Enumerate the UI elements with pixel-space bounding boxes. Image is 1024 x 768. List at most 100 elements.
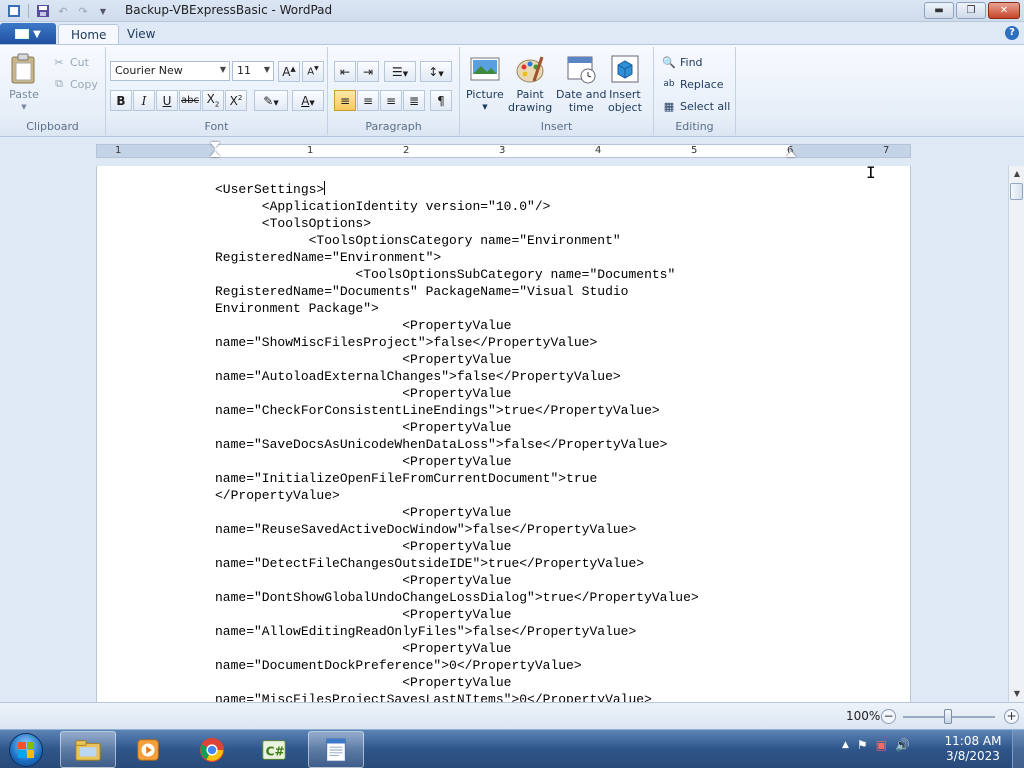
document-line[interactable]: <ApplicationIdentity version="10.0"/> (215, 198, 815, 215)
document-line[interactable]: </PropertyValue> (215, 487, 815, 504)
zoom-out-button[interactable]: − (881, 709, 896, 724)
find-button[interactable]: 🔍 Find (662, 55, 702, 69)
document-line[interactable]: RegisteredName="Environment"> (215, 249, 815, 266)
document-line[interactable]: <PropertyValue (215, 538, 815, 555)
document-line[interactable]: <PropertyValue (215, 317, 815, 334)
document-line[interactable]: <ToolsOptions> (215, 215, 815, 232)
ruler[interactable]: 1 1 2 3 4 5 6 7 (96, 142, 911, 158)
document-page[interactable]: <UserSettings> <ApplicationIdentity vers… (96, 166, 911, 702)
tab-home[interactable]: Home (58, 24, 120, 45)
save-icon[interactable] (35, 3, 51, 19)
maximize-button[interactable]: ❐ (956, 2, 986, 19)
taskbar-chrome[interactable] (184, 731, 240, 768)
right-indent-marker[interactable] (786, 151, 796, 157)
document-line[interactable]: <ToolsOptionsCategory name="Environment" (215, 232, 815, 249)
document-line[interactable]: name="AutoloadExternalChanges">false</Pr… (215, 368, 815, 385)
hanging-indent-marker[interactable] (210, 151, 220, 157)
strikethrough-button[interactable]: abc (179, 90, 201, 111)
font-size-combo[interactable]: 11 ▼ (232, 61, 274, 81)
document-line[interactable]: name="DetectFileChangesOutsideIDE">true<… (215, 555, 815, 572)
left-indent-marker[interactable] (210, 142, 220, 148)
shrink-font-button[interactable]: A▼ (302, 61, 324, 82)
align-left-button[interactable]: ≡ (334, 90, 356, 111)
close-button[interactable]: ✕ (988, 2, 1020, 19)
paint-drawing-button[interactable]: Paint drawing (508, 53, 552, 114)
subscript-button[interactable]: X2 (202, 90, 224, 111)
date-and-time-button[interactable]: Date and time (556, 53, 606, 114)
app-icon[interactable] (6, 3, 22, 19)
line-spacing-button[interactable]: ↕▼ (420, 61, 452, 82)
minimize-button[interactable]: ▬ (924, 2, 954, 19)
scroll-up-icon[interactable]: ▲ (1009, 166, 1024, 182)
align-center-button[interactable]: ≡ (357, 90, 379, 111)
italic-button[interactable]: I (133, 90, 155, 111)
bold-button[interactable]: B (110, 90, 132, 111)
document-line[interactable]: name="MiscFilesProjectSavesLastNItems">0… (215, 691, 815, 702)
font-family-combo[interactable]: Courier New ▼ (110, 61, 230, 81)
font-color-button[interactable]: A▼ (292, 90, 324, 111)
paragraph-group-label: Paragraph (365, 120, 422, 133)
document-line[interactable]: <PropertyValue (215, 453, 815, 470)
zoom-slider-thumb[interactable] (944, 709, 952, 724)
paragraph-button[interactable]: ¶ (430, 90, 452, 111)
underline-button[interactable]: U (156, 90, 178, 111)
document-line[interactable]: <PropertyValue (215, 606, 815, 623)
customize-qat-icon[interactable]: ▼ (95, 3, 111, 19)
system-clock[interactable]: 11:08 AM 3/8/2023 (940, 734, 1006, 764)
action-center-icon[interactable]: ⚑ (857, 738, 868, 752)
highlight-color-button[interactable]: ✎▼ (254, 90, 288, 111)
picture-button[interactable]: Picture ▼ (466, 53, 504, 114)
document-line[interactable]: name="AllowEditingReadOnlyFiles">false</… (215, 623, 815, 640)
superscript-button[interactable]: X2 (225, 90, 247, 111)
taskbar-media-player[interactable] (121, 731, 177, 768)
paste-button[interactable]: Paste ▼ (8, 53, 40, 114)
document-line[interactable]: <UserSettings> (215, 181, 815, 198)
document-line[interactable]: <PropertyValue (215, 572, 815, 589)
document-line[interactable]: name="SaveDocsAsUnicodeWhenDataLoss">fal… (215, 436, 815, 453)
tab-view[interactable]: View (115, 24, 167, 45)
document-line[interactable]: name="InitializeOpenFileFromCurrentDocum… (215, 470, 815, 487)
cut-button[interactable]: ✂ Cut (52, 55, 89, 69)
show-hidden-icons-icon[interactable]: ▲ (842, 740, 849, 750)
document-line[interactable]: RegisteredName="Documents" PackageName="… (215, 283, 815, 300)
document-line[interactable]: <PropertyValue (215, 385, 815, 402)
document-line[interactable]: <PropertyValue (215, 504, 815, 521)
document-line[interactable]: <PropertyValue (215, 351, 815, 368)
application-menu-button[interactable]: ▼ (0, 23, 56, 45)
document-line[interactable]: name="DocumentDockPreference">0</Propert… (215, 657, 815, 674)
document-line[interactable]: Environment Package"> (215, 300, 815, 317)
justify-button[interactable]: ≣ (403, 90, 425, 111)
scrollbar-thumb[interactable] (1010, 183, 1023, 200)
show-desktop-button[interactable] (1012, 730, 1024, 768)
document-line[interactable]: name="ShowMiscFilesProject">false</Prope… (215, 334, 815, 351)
document-line[interactable]: name="DontShowGlobalUndoChangeLossDialog… (215, 589, 815, 606)
taskbar-wordpad[interactable] (308, 731, 364, 768)
bullets-button[interactable]: ☰▼ (384, 61, 416, 82)
document-line[interactable]: <PropertyValue (215, 674, 815, 691)
document-line[interactable]: <PropertyValue (215, 640, 815, 657)
document-line[interactable]: name="ReuseSavedActiveDocWindow">false</… (215, 521, 815, 538)
align-right-button[interactable]: ≡ (380, 90, 402, 111)
document-line[interactable]: <ToolsOptionsSubCategory name="Documents… (215, 266, 815, 283)
volume-icon[interactable]: 🔊 (895, 738, 910, 752)
network-icon[interactable]: ▣ (876, 738, 887, 752)
vertical-scrollbar[interactable]: ▲ ▼ (1008, 166, 1024, 702)
document-text[interactable]: <UserSettings> <ApplicationIdentity vers… (215, 181, 815, 702)
help-icon[interactable]: ? (1005, 26, 1019, 40)
zoom-in-button[interactable]: + (1004, 709, 1019, 724)
taskbar-windows-explorer[interactable] (60, 731, 116, 768)
undo-icon[interactable]: ↶ (55, 3, 71, 19)
scroll-down-icon[interactable]: ▼ (1009, 686, 1024, 702)
insert-object-button[interactable]: Insert object (608, 53, 642, 114)
replace-button[interactable]: ab Replace (662, 77, 723, 91)
grow-font-button[interactable]: A▲ (278, 61, 300, 82)
document-line[interactable]: <PropertyValue (215, 419, 815, 436)
decrease-indent-button[interactable]: ⇤ (334, 61, 356, 82)
increase-indent-button[interactable]: ⇥ (357, 61, 379, 82)
taskbar-csharp-express[interactable]: C# (246, 731, 302, 768)
select-all-button[interactable]: ▦ Select all (662, 99, 731, 113)
document-line[interactable]: name="CheckForConsistentLineEndings">tru… (215, 402, 815, 419)
redo-icon[interactable]: ↷ (75, 3, 91, 19)
copy-button[interactable]: ⧉ Copy (52, 77, 98, 91)
start-button[interactable] (4, 730, 48, 768)
